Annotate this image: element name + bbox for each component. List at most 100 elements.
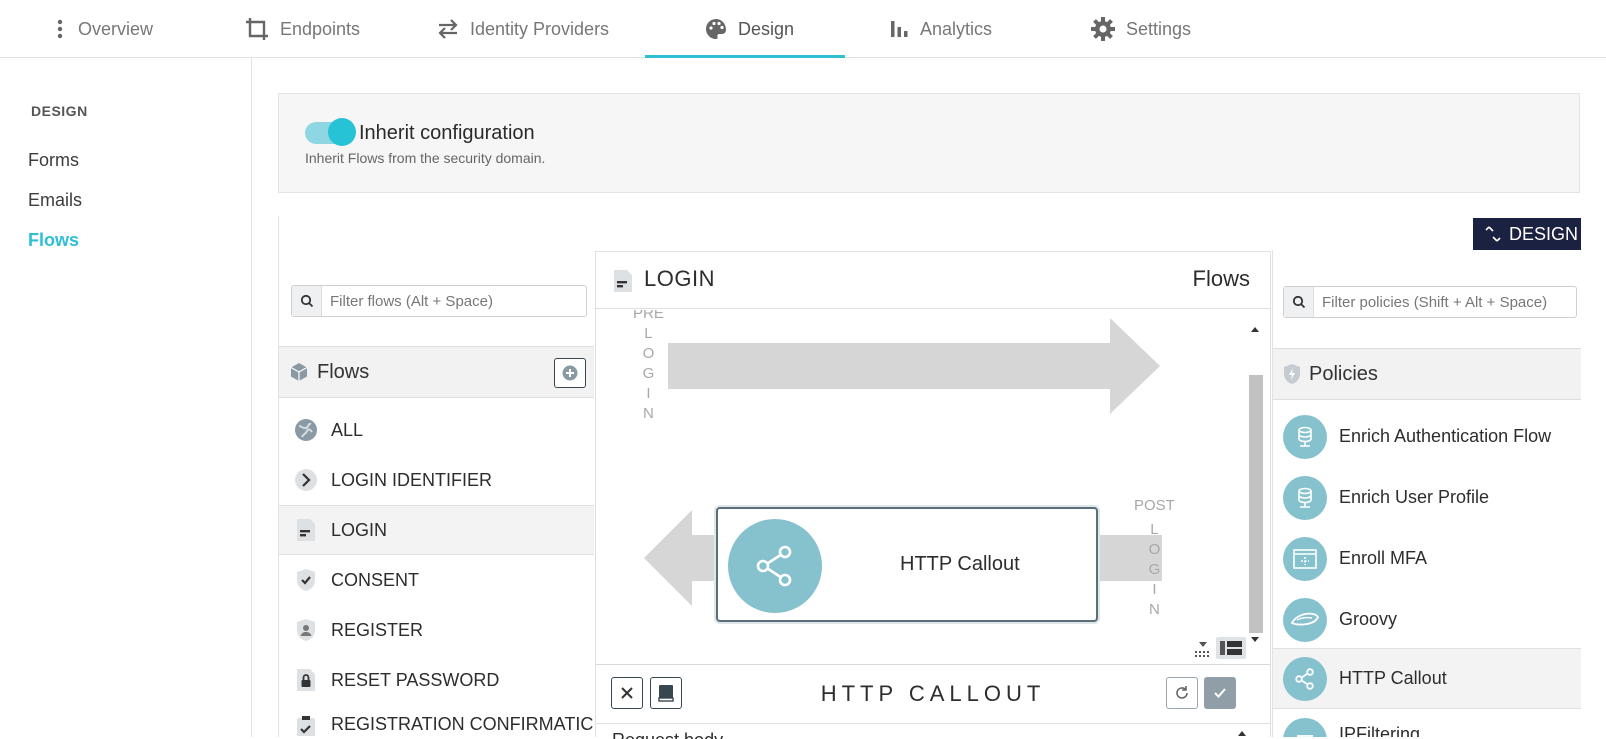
shield-bolt-icon [1284, 364, 1300, 384]
design-mode-label: DESIGN [1509, 223, 1579, 244]
post-label: POST [1134, 497, 1175, 514]
reset-button[interactable] [1166, 677, 1198, 709]
step-label: HTTP Callout [900, 553, 1020, 575]
search-placeholder: Filter flows (Alt + Space) [330, 292, 493, 310]
sidebar-heading: DESIGN [31, 103, 88, 119]
flow-search-input[interactable]: Filter flows (Alt + Space) [291, 285, 587, 317]
post-letter: I [1152, 581, 1157, 598]
request-body-label: Request body [612, 730, 723, 739]
tab-endpoints[interactable]: Endpoints [244, 0, 360, 58]
tab-label: Overview [78, 18, 154, 39]
tab-design[interactable]: Design [704, 0, 794, 58]
inherit-title: Inherit configuration [359, 122, 535, 144]
flow-item-login-identifier[interactable]: LOGIN IDENTIFIER [279, 455, 594, 505]
canvas-title: LOGIN [644, 266, 715, 291]
policy-label: Enroll MFA [1339, 548, 1428, 568]
policy-editor: HTTP CALLOUT Request body [596, 664, 1270, 739]
flow-item-register[interactable]: REGISTER [279, 605, 594, 655]
policy-item-enrich-user-profile[interactable]: Enrich User Profile [1273, 467, 1581, 528]
tab-label: Design [738, 18, 795, 39]
pre-label: PRE [633, 310, 664, 322]
pre-letter: O [642, 345, 655, 362]
tab-overview[interactable]: Overview [52, 0, 153, 58]
pre-letter: I [646, 385, 651, 402]
policies-header: Policies [1273, 348, 1581, 400]
flow-item-all[interactable]: ALL [279, 405, 594, 455]
shield-user-icon [293, 617, 319, 643]
kebab-icon [57, 19, 63, 39]
flow-item-label: REGISTRATION CONFIRMATIC [331, 714, 594, 734]
canvas-flows-label: Flows [1192, 266, 1250, 291]
groovy-icon [1283, 597, 1327, 642]
policy-label: IPFiltering [1339, 724, 1421, 737]
layout-toggle-button[interactable] [1216, 637, 1246, 659]
reset-icon [1176, 686, 1188, 699]
pre-letter: G [642, 365, 655, 382]
flows-heading: Flows [317, 360, 370, 383]
lock-icon [293, 667, 319, 693]
post-login-label: POST L O G I N [1134, 496, 1175, 620]
search-icon [292, 286, 322, 316]
policy-item-groovy[interactable]: Groovy [1273, 589, 1581, 650]
sidebar-item-flows[interactable]: Flows [28, 230, 79, 251]
policy-label: HTTP Callout [1339, 668, 1447, 688]
shield-check-icon [293, 567, 319, 593]
document-icon [293, 517, 319, 543]
inherit-description: Inherit Flows from the security domain. [305, 150, 546, 166]
toggle-knob[interactable] [328, 118, 356, 146]
chevron-right-icon [293, 467, 319, 493]
pre-login-arrow [668, 318, 1160, 414]
policies-heading: Policies [1309, 362, 1378, 385]
flows-panel: Filter flows (Alt + Space) Flows ALL LOG… [279, 250, 594, 737]
inherit-configuration-panel: Inherit configuration Inherit Flows from… [278, 93, 1580, 193]
flow-item-reset-password[interactable]: RESET PASSWORD [279, 655, 594, 705]
search-icon [1284, 287, 1314, 317]
canvas-header: LOGIN Flows [596, 252, 1270, 309]
tab-label: Identity Providers [470, 18, 610, 39]
http-callout-step[interactable]: HTTP Callout [716, 507, 1098, 622]
flow-item-label: REGISTER [331, 619, 424, 640]
flow-item-label: CONSENT [331, 569, 420, 590]
check-icon [1214, 688, 1226, 698]
tab-label: Settings [1126, 18, 1192, 39]
policy-search-input[interactable]: Filter policies (Shift + Alt + Space) [1283, 286, 1577, 318]
sidebar: DESIGN Forms Emails Flows [0, 58, 252, 737]
save-step-button[interactable] [1204, 677, 1236, 709]
database-icon [1283, 414, 1327, 459]
active-tab-indicator [645, 55, 845, 58]
share-icon [1283, 656, 1327, 701]
policy-item-http-callout[interactable]: HTTP Callout [1273, 648, 1581, 709]
pre-letter: L [644, 325, 653, 342]
canvas-scrollbar[interactable] [1246, 319, 1264, 649]
policy-item-ipfiltering[interactable]: IPFiltering [1273, 710, 1581, 737]
flow-item-label: ALL [331, 419, 364, 440]
gear-icon [1091, 17, 1115, 41]
layout-icon [1220, 641, 1242, 655]
tab-analytics[interactable]: Analytics [888, 0, 992, 58]
add-flow-button[interactable] [554, 358, 586, 388]
clipboard-check-icon [293, 714, 319, 736]
policy-item-enrich-authentication-flow[interactable]: Enrich Authentication Flow [1273, 406, 1581, 467]
flows-header: Flows [279, 346, 594, 398]
policy-item-enroll-mfa[interactable]: Enroll MFA [1273, 528, 1581, 589]
resize-handle-icon[interactable] [1192, 640, 1214, 660]
post-letter: O [1148, 541, 1161, 558]
pre-login-label: PRE L O G I N [633, 310, 664, 424]
flow-item-consent[interactable]: CONSENT [279, 555, 594, 605]
swap-arrows-icon [438, 19, 458, 39]
flow-item-registration-confirmation[interactable]: REGISTRATION CONFIRMATIC [279, 702, 594, 736]
post-letter: G [1148, 561, 1161, 578]
flow-item-login[interactable]: LOGIN [279, 505, 594, 555]
policy-label: Enrich User Profile [1339, 487, 1490, 507]
crop-icon [246, 18, 268, 40]
tab-identity-providers[interactable]: Identity Providers [436, 0, 609, 58]
post-letter: N [1149, 601, 1160, 618]
swap-mode-icon [1485, 226, 1501, 242]
tab-settings[interactable]: Settings [1090, 0, 1191, 58]
tab-label: Endpoints [280, 18, 361, 39]
design-mode-button[interactable]: DESIGN [1473, 218, 1581, 250]
sidebar-item-forms[interactable]: Forms [28, 150, 79, 171]
sidebar-item-emails[interactable]: Emails [28, 190, 82, 211]
globe-icon [293, 417, 319, 443]
plus-circle-icon [562, 365, 578, 381]
